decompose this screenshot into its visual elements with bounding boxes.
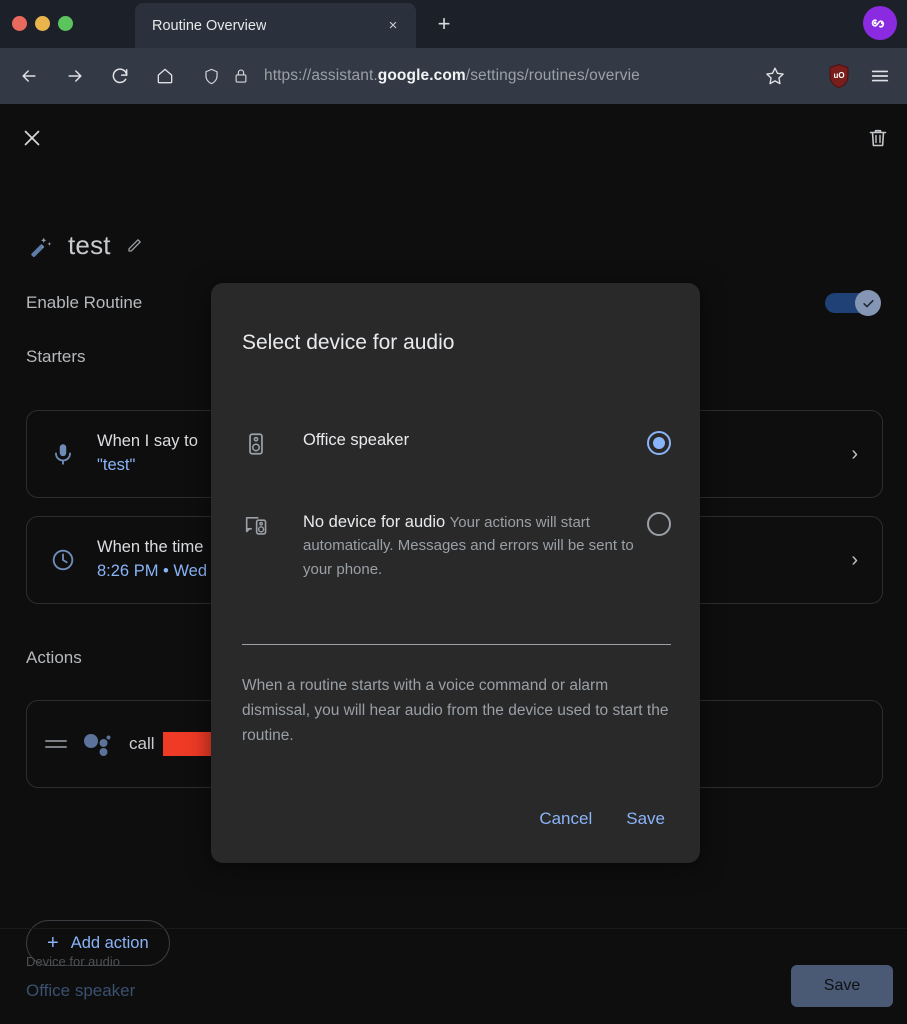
- lock-icon: [230, 65, 252, 87]
- enable-routine-toggle[interactable]: [825, 290, 881, 316]
- forward-button[interactable]: [60, 61, 90, 91]
- back-button[interactable]: [14, 61, 44, 91]
- speaker-icon: [242, 430, 270, 458]
- bookmark-star-icon[interactable]: [763, 64, 787, 88]
- magic-wand-icon: [26, 231, 56, 261]
- profile-avatar[interactable]: [863, 6, 897, 40]
- drag-handle-icon[interactable]: [45, 736, 67, 752]
- device-option-body: Office speaker: [303, 430, 647, 451]
- dialog-divider: [242, 644, 671, 645]
- reload-button[interactable]: [105, 61, 135, 91]
- dialog-note: When a routine starts with a voice comma…: [242, 677, 669, 745]
- page-footer: Device for audio Office speaker Save: [0, 928, 907, 1024]
- edit-name-button[interactable]: [123, 235, 145, 257]
- shield-icon: [200, 65, 222, 87]
- starter-line-1: When I say to: [97, 432, 198, 451]
- starter-line-1: When the time: [97, 538, 204, 557]
- home-button[interactable]: [150, 61, 180, 91]
- check-icon: [862, 299, 874, 307]
- device-option-name: Office speaker: [303, 431, 410, 449]
- infinity-icon: [871, 19, 885, 28]
- device-option-radio-unselected[interactable]: [647, 512, 671, 536]
- routine-name: test: [68, 230, 111, 260]
- device-option-name: No device for audio: [303, 513, 446, 531]
- starter-line-2: 8:26 PM • Wed: [97, 562, 208, 580]
- tab-title: Routine Overview: [152, 17, 267, 34]
- device-option-office-speaker[interactable]: Office speaker: [242, 430, 671, 458]
- device-option-body: No device for audio Your actions will st…: [303, 511, 647, 581]
- google-assistant-icon: [81, 729, 115, 759]
- trash-icon: [869, 129, 887, 147]
- device-option-no-device[interactable]: No device for audio Your actions will st…: [242, 511, 671, 581]
- window-maximize-button[interactable]: [58, 16, 73, 31]
- delete-routine-button[interactable]: [865, 125, 891, 151]
- starter-line-2: "test": [97, 456, 136, 474]
- window-controls: [12, 16, 73, 31]
- chevron-right-icon[interactable]: ›: [851, 549, 858, 572]
- browser-tab-strip: Routine Overview × +: [0, 0, 907, 48]
- browser-tab[interactable]: Routine Overview ×: [135, 3, 416, 48]
- svg-text:uO: uO: [833, 71, 844, 80]
- home-icon: [157, 68, 173, 84]
- arrow-left-icon: [22, 70, 36, 82]
- url-text: https://assistant.google.com/settings/ro…: [264, 67, 640, 84]
- action-label: call: [129, 734, 155, 753]
- browser-nav-bar: https://assistant.google.com/settings/ro…: [0, 48, 907, 104]
- window-minimize-button[interactable]: [35, 16, 50, 31]
- window-close-button[interactable]: [12, 16, 27, 31]
- close-routine-button[interactable]: [18, 124, 46, 152]
- footer-save-button[interactable]: Save: [791, 965, 893, 1007]
- browser-menu-icon[interactable]: [867, 63, 893, 89]
- new-tab-button[interactable]: +: [430, 10, 458, 38]
- chevron-right-icon[interactable]: ›: [851, 443, 858, 466]
- dialog-cancel-button[interactable]: Cancel: [533, 801, 598, 837]
- clock-icon: [47, 544, 79, 576]
- select-device-dialog: Select device for audio Office speaker N…: [211, 283, 700, 863]
- action-text: call: [129, 732, 223, 756]
- toggle-knob: [855, 290, 881, 316]
- starter-card-text: When the time 8:26 PM • Wed: [97, 536, 207, 584]
- footer-device-label: Device for audio: [26, 954, 120, 969]
- dialog-actions: Cancel Save: [533, 801, 671, 837]
- device-option-radio-selected[interactable]: [647, 431, 671, 455]
- reload-icon: [112, 68, 128, 84]
- cast-speaker-icon: [242, 511, 270, 539]
- arrow-right-icon: [68, 70, 82, 82]
- dialog-title: Select device for audio: [242, 331, 455, 354]
- tab-close-icon[interactable]: ×: [382, 15, 404, 37]
- close-icon: [24, 130, 40, 146]
- dialog-save-button[interactable]: Save: [620, 801, 671, 837]
- enable-routine-label: Enable Routine: [26, 293, 143, 312]
- address-bar[interactable]: https://assistant.google.com/settings/ro…: [200, 59, 777, 93]
- starter-card-text: When I say to "test": [97, 430, 198, 478]
- ublock-extension-icon[interactable]: uO: [826, 63, 852, 89]
- routine-title-row: test: [26, 230, 145, 261]
- starters-section-label: Starters: [26, 347, 86, 366]
- microphone-icon: [47, 438, 79, 470]
- screen: Routine Overview × + https://assistant.g…: [0, 0, 907, 1024]
- actions-section-label: Actions: [26, 648, 82, 667]
- footer-device-value[interactable]: Office speaker: [26, 981, 135, 1001]
